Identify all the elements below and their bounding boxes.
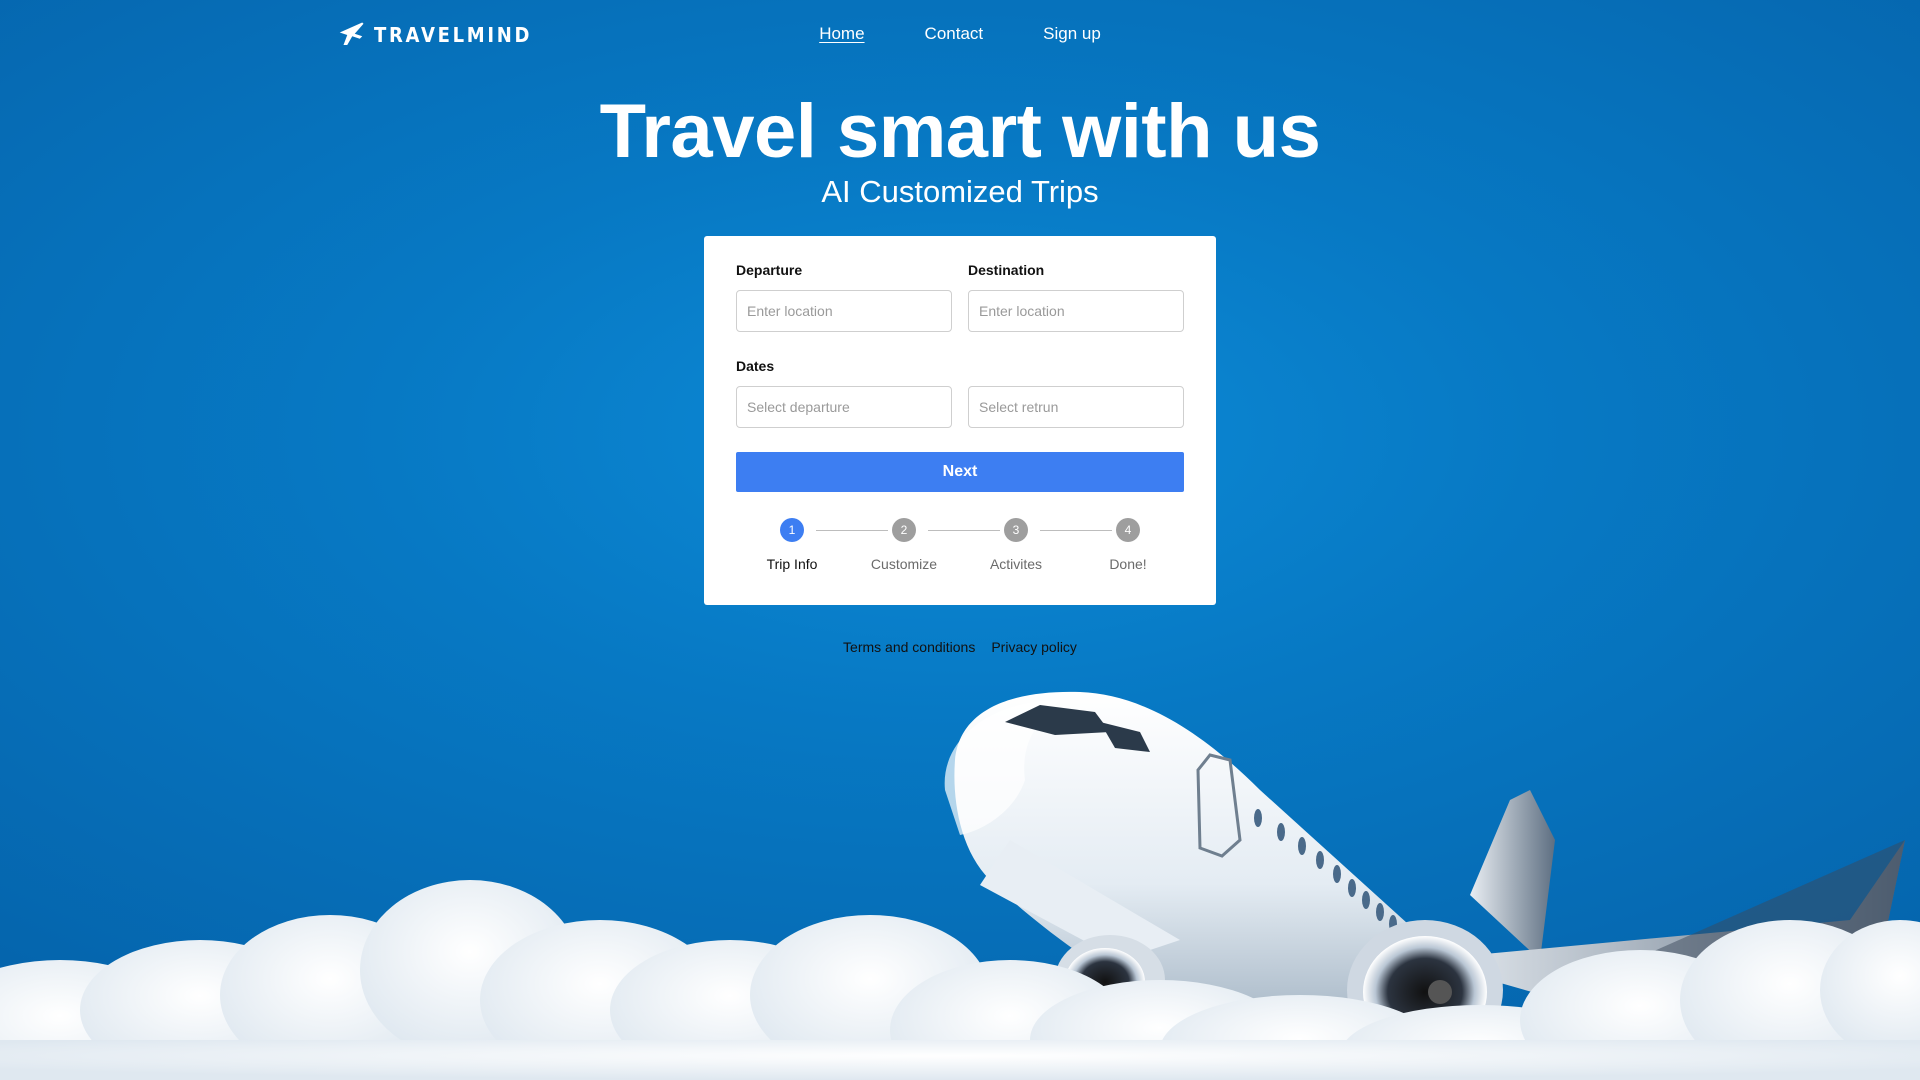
step-customize[interactable]: 2 Customize (854, 518, 954, 572)
departure-field-group: Departure (736, 262, 952, 332)
nav-home-link[interactable]: Home (819, 24, 864, 44)
hero-subtitle: AI Customized Trips (821, 174, 1099, 209)
privacy-link[interactable]: Privacy policy (991, 639, 1077, 655)
departure-date-input[interactable] (736, 386, 952, 428)
step-activities[interactable]: 3 Activites (966, 518, 1066, 572)
destination-label: Destination (968, 262, 1045, 278)
step-number: 4 (1116, 518, 1140, 542)
plane-illustration (944, 691, 1905, 1060)
return-date-group (968, 378, 1184, 428)
return-date-input[interactable] (968, 386, 1184, 428)
dates-label: Dates (736, 358, 775, 374)
brand-name: TRAVELMIND (374, 23, 533, 47)
destination-input[interactable] (968, 290, 1184, 332)
next-button[interactable]: Next (736, 452, 1184, 492)
nav-signup-link[interactable]: Sign up (1043, 24, 1101, 44)
step-label: Trip Info (766, 556, 818, 572)
departure-input[interactable] (736, 290, 952, 332)
progress-stepper: 1 Trip Info 2 Customize 3 Activites 4 Do… (736, 518, 1184, 578)
main-nav: Home Contact Sign up (0, 24, 1920, 44)
clouds-illustration (0, 880, 1920, 1080)
dates-row (736, 378, 1184, 428)
trip-form-card: Departure Destination Dates Next 1 Trip … (704, 236, 1216, 605)
step-number: 1 (780, 518, 804, 542)
location-row: Departure Destination (736, 262, 1184, 332)
step-trip-info[interactable]: 1 Trip Info (742, 518, 842, 572)
footer-links: Terms and conditions Privacy policy (0, 639, 1920, 655)
step-number: 2 (892, 518, 916, 542)
departure-label: Departure (736, 262, 803, 278)
step-done[interactable]: 4 Done! (1078, 518, 1178, 572)
terms-link[interactable]: Terms and conditions (843, 639, 975, 655)
step-label: Customize (870, 556, 938, 572)
brand-logo[interactable]: TRAVELMIND (336, 20, 550, 50)
step-label: Activites (989, 556, 1043, 572)
departure-date-group (736, 378, 952, 428)
airplane-icon (339, 22, 364, 45)
destination-field-group: Destination (968, 262, 1184, 332)
nav-contact-link[interactable]: Contact (925, 24, 984, 44)
step-number: 3 (1004, 518, 1028, 542)
step-label: Done! (1109, 556, 1147, 572)
hero-title: Travel smart with us (599, 89, 1321, 174)
